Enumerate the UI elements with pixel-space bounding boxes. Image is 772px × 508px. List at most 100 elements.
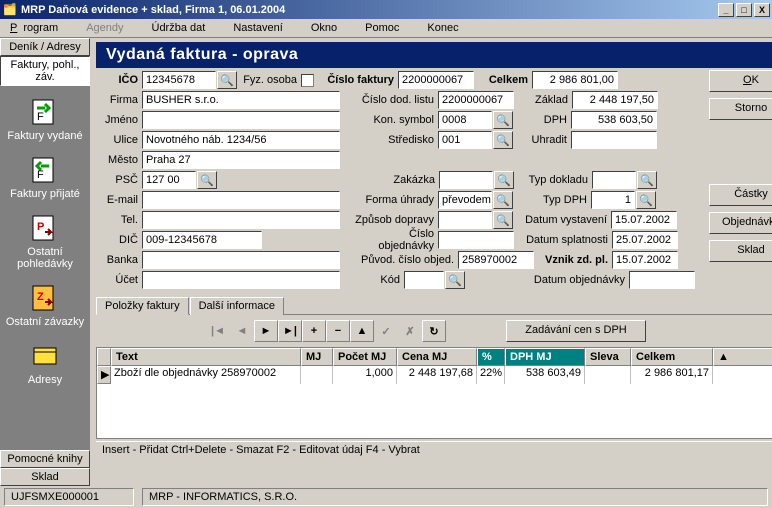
nav-edit-button[interactable]: ▲ (350, 320, 374, 342)
nav-cancel-button[interactable]: ✗ (398, 320, 422, 342)
lookup-kod-button[interactable]: 🔍 (445, 271, 465, 289)
input-email[interactable] (142, 191, 340, 209)
nav-confirm-button[interactable]: ✓ (374, 320, 398, 342)
tab-polozky[interactable]: Položky faktury (96, 297, 189, 315)
input-tel[interactable] (142, 211, 340, 229)
status-company: MRP - INFORMATICS, S.R.O. (142, 488, 768, 506)
menubar: Program Agendy Údržba dat Nastavení Okno… (0, 19, 772, 38)
cell-celkem[interactable]: 2 986 801,17 (631, 366, 713, 384)
input-vznikzd[interactable]: 15.07.2002 (612, 251, 678, 269)
sidebar-item-zavazky[interactable]: Z Ostatní závazky (0, 278, 90, 332)
menu-konec[interactable]: Konec (415, 20, 470, 36)
input-cisloobj[interactable] (438, 231, 514, 249)
input-typdokladu[interactable] (592, 171, 636, 189)
lookup-formauhrady-button[interactable]: 🔍 (493, 191, 513, 209)
input-cislodod[interactable]: 2200000067 (438, 91, 514, 109)
checkbox-fyzosoba[interactable] (301, 74, 314, 87)
lookup-konsymbol-button[interactable]: 🔍 (493, 111, 513, 129)
col-dphmj[interactable]: DPH MJ (505, 348, 585, 366)
col-pocet[interactable]: Počet MJ (333, 348, 397, 366)
col-cena[interactable]: Cena MJ (397, 348, 477, 366)
menu-program[interactable]: Program (4, 20, 70, 36)
lookup-zakazka-button[interactable]: 🔍 (494, 171, 514, 189)
cell-cena[interactable]: 2 448 197,68 (397, 366, 477, 384)
lookup-typdph-button[interactable]: 🔍 (636, 191, 656, 209)
close-button[interactable]: X (754, 3, 770, 17)
input-datvyst[interactable]: 15.07.2002 (611, 211, 677, 229)
cell-pocet[interactable]: 1,000 (333, 366, 397, 384)
sidebar-item-faktury-prijate[interactable]: F Faktury přijaté (0, 150, 90, 204)
nav-prev-button[interactable]: ◄ (230, 320, 254, 342)
castky-button[interactable]: Částky (709, 184, 772, 206)
sidebar-item-faktury-vydane[interactable]: F Faktury vydané (0, 92, 90, 146)
input-ucet[interactable] (142, 271, 340, 289)
input-datspl[interactable]: 25.07.2002 (612, 231, 678, 249)
lookup-ico-button[interactable]: 🔍 (217, 71, 237, 89)
input-zakazka[interactable] (439, 171, 493, 189)
menu-agendy[interactable]: Agendy (74, 20, 135, 36)
input-stredisko[interactable]: 001 (438, 131, 492, 149)
input-typdph[interactable]: 1 (591, 191, 635, 209)
sidebar-item-adresy[interactable]: Adresy (0, 336, 90, 390)
label-vznikzd: Vznik zd. pl. (534, 254, 612, 266)
nav-add-button[interactable]: + (302, 320, 326, 342)
items-grid[interactable]: Text MJ Počet MJ Cena MJ % DPH MJ Sleva … (96, 347, 772, 439)
sidebar-tab-denik[interactable]: Deník / Adresy (0, 38, 90, 56)
nav-last-button[interactable]: ►| (278, 320, 302, 342)
col-sleva[interactable]: Sleva (585, 348, 631, 366)
nav-toolbar: |◄ ◄ ► ►| + − ▲ ✓ ✗ ↻ (206, 317, 446, 345)
input-puvodobj[interactable]: 258970002 (458, 251, 534, 269)
input-cislofaktury[interactable]: 2200000067 (398, 71, 474, 89)
nav-remove-button[interactable]: − (326, 320, 350, 342)
input-ulice[interactable]: Novotného náb. 1234/56 (142, 131, 340, 149)
lookup-zpusobdop-button[interactable]: 🔍 (493, 211, 513, 229)
input-zpusobdop[interactable] (438, 211, 492, 229)
lookup-typdokladu-button[interactable]: 🔍 (637, 171, 657, 189)
input-formauhrady[interactable]: převodem (438, 191, 492, 209)
menu-okno[interactable]: Okno (299, 20, 349, 36)
objednavky-button[interactable]: Objednávky (709, 212, 772, 234)
lookup-psc-button[interactable]: 🔍 (197, 171, 217, 189)
nav-refresh-button[interactable]: ↻ (422, 320, 446, 342)
col-pct[interactable]: % (477, 348, 505, 366)
sklad-button[interactable]: Sklad (709, 240, 772, 262)
minimize-button[interactable]: _ (718, 3, 734, 17)
input-banka[interactable] (142, 251, 340, 269)
grid-row[interactable]: ▶ Zboží dle objednávky 258970002 1,000 2… (97, 366, 772, 384)
maximize-button[interactable]: □ (736, 3, 752, 17)
ok-button[interactable]: OOKK (709, 70, 772, 92)
cell-pct[interactable]: 22% (477, 366, 505, 384)
cell-sleva[interactable] (585, 366, 631, 384)
menu-udrzba[interactable]: Údržba dat (140, 20, 218, 36)
storno-button[interactable]: Storno (709, 98, 772, 120)
sidebar-item-label: Ostatní pohledávky (0, 246, 90, 270)
input-firma[interactable]: BUSHER s.r.o. (142, 91, 340, 109)
lookup-stredisko-button[interactable]: 🔍 (493, 131, 513, 149)
input-jmeno[interactable] (142, 111, 340, 129)
input-konsymbol[interactable]: 0008 (438, 111, 492, 129)
cell-mj[interactable] (301, 366, 333, 384)
col-text[interactable]: Text (111, 348, 301, 366)
input-psc[interactable]: 127 00 (142, 171, 196, 189)
input-datobj[interactable] (629, 271, 695, 289)
sidebar-tab-faktury[interactable]: Faktury, pohl., záv. (0, 56, 90, 86)
input-kod[interactable] (404, 271, 444, 289)
sidebar-item-pohledavky[interactable]: P Ostatní pohledávky (0, 208, 90, 274)
menu-nastaveni[interactable]: Nastavení (221, 20, 295, 36)
input-ico[interactable]: 12345678 (142, 71, 216, 89)
cell-text[interactable]: Zboží dle objednávky 258970002 (111, 366, 301, 384)
sidebar-tab-sklad[interactable]: Sklad (0, 468, 90, 486)
tab-dalsi[interactable]: Další informace (190, 297, 284, 315)
cell-dphmj[interactable]: 538 603,49 (505, 366, 585, 384)
col-mj[interactable]: MJ (301, 348, 333, 366)
label-cislofaktury: Číslo faktury (314, 74, 398, 86)
nav-first-button[interactable]: |◄ (206, 320, 230, 342)
col-celkem[interactable]: Celkem (631, 348, 713, 366)
sidebar-tab-pomocne[interactable]: Pomocné knihy (0, 450, 90, 468)
zadavani-button[interactable]: Zadávání cen s DPH (506, 320, 646, 342)
menu-pomoc[interactable]: Pomoc (353, 20, 411, 36)
nav-next-button[interactable]: ► (254, 320, 278, 342)
grid-scroll-up[interactable]: ▲ (713, 348, 772, 366)
input-mesto[interactable]: Praha 27 (142, 151, 340, 169)
input-dic[interactable]: 009-12345678 (142, 231, 262, 249)
